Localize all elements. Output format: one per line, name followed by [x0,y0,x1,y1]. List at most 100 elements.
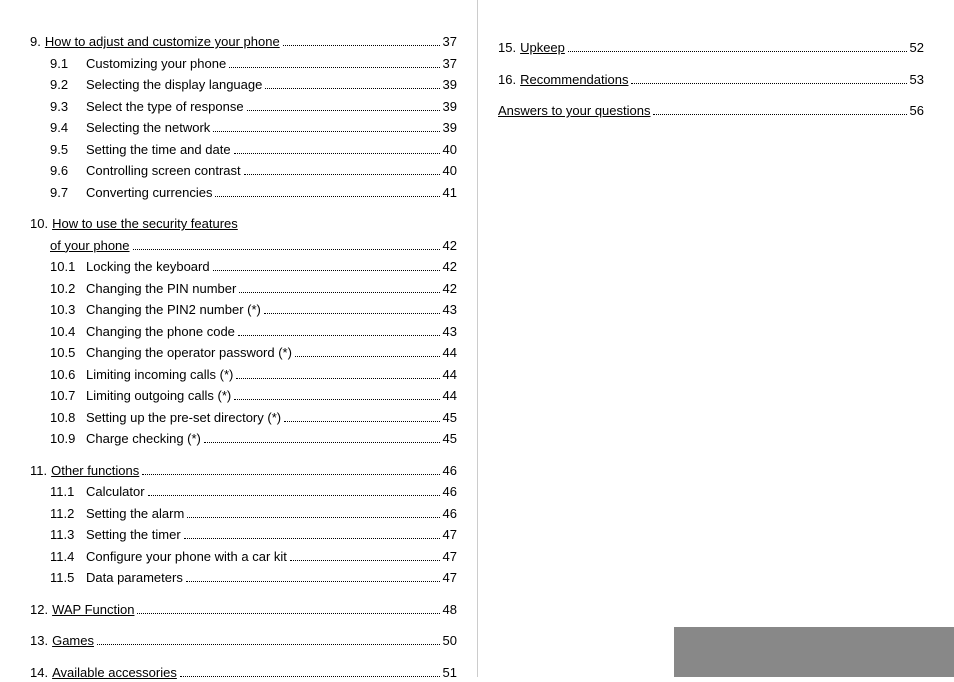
sub-number: 10.7 [50,386,82,406]
sub-number: 11.4 [50,547,82,567]
toc-page: 44 [443,386,457,406]
toc-dots [236,378,439,379]
toc-entry-sub: 10.2 Changing the PIN number 42 [30,279,457,299]
sub-number: 9.1 [50,54,82,74]
toc-entry-sub: 11.1 Calculator 46 [30,482,457,502]
toc-page: 46 [443,504,457,524]
toc-page: 45 [443,408,457,428]
toc-dots [653,114,906,115]
toc-entry-main: 15. Upkeep 52 [498,38,924,58]
toc-page: 41 [443,183,457,203]
section-number: 10. [30,214,48,234]
toc-entry-main2line-1: 10. How to use the security features [30,214,457,234]
sub-number: 9.4 [50,118,82,138]
toc-page: 47 [443,525,457,545]
section-number: 11. [30,461,47,481]
toc-dots [137,613,439,614]
toc-label: Changing the PIN number [86,279,236,299]
toc-page: 53 [910,70,924,90]
sub-number: 9.3 [50,97,82,117]
contents-banner [674,627,954,677]
toc-page: 46 [443,461,457,481]
toc-page: 48 [443,600,457,620]
toc-dots [238,335,440,336]
toc-page: 37 [443,54,457,74]
toc-label: Charge checking (*) [86,429,201,449]
section-number: 13. [30,631,48,651]
toc-entry-main: 16. Recommendations 53 [498,70,924,90]
toc-page: 40 [443,161,457,181]
toc-label: Answers to your questions [498,101,650,121]
right-toc: 15. Upkeep 52 16. Recommendations 53 Ans… [498,38,924,121]
toc-entry-sub: 11.5 Data parameters 47 [30,568,457,588]
toc-dots [180,676,440,677]
toc-page: 44 [443,365,457,385]
section-number: 9. [30,32,41,52]
toc-page: 42 [443,257,457,277]
toc-entry-sub: 9.3 Select the type of response 39 [30,97,457,117]
toc-page: 43 [443,322,457,342]
toc-dots [234,399,439,400]
toc-page: 52 [910,38,924,58]
toc-label: Setting up the pre-set directory (*) [86,408,281,428]
toc-label: Limiting outgoing calls (*) [86,386,231,406]
toc-entry-main: 9. How to adjust and customize your phon… [30,32,457,52]
page-left: 9. How to adjust and customize your phon… [0,0,477,677]
sub-number: 9.7 [50,183,82,203]
toc-label: Limiting incoming calls (*) [86,365,233,385]
toc-page: 44 [443,343,457,363]
toc-dots [247,110,440,111]
toc-page: 39 [443,118,457,138]
toc-label: Calculator [86,482,145,502]
toc-entry-sub: 9.2 Selecting the display language 39 [30,75,457,95]
toc-entry-sub: 11.2 Setting the alarm 46 [30,504,457,524]
toc-dots [265,88,439,89]
toc-entry-sub: 10.1 Locking the keyboard 42 [30,257,457,277]
toc-dots [290,560,440,561]
toc-label: Setting the timer [86,525,181,545]
toc-entry-main: 11. Other functions 46 [30,461,457,481]
sub-number: 9.2 [50,75,82,95]
toc-entry-sub: 10.9 Charge checking (*) 45 [30,429,457,449]
toc-label: Recommendations [520,70,628,90]
page-right: 15. Upkeep 52 16. Recommendations 53 Ans… [477,0,954,677]
toc-page: 46 [443,482,457,502]
toc-page: 45 [443,429,457,449]
toc-dots [213,131,439,132]
toc-label: Customizing your phone [86,54,226,74]
toc-page: 47 [443,547,457,567]
toc-label: Data parameters [86,568,183,588]
toc-entry-sub: 9.6 Controlling screen contrast 40 [30,161,457,181]
toc-page: 47 [443,568,457,588]
toc-entry-sub: 10.4 Changing the phone code 43 [30,322,457,342]
toc-dots [215,196,439,197]
toc-dots [631,83,906,84]
toc-dots [244,174,440,175]
toc-dots [133,249,440,250]
sub-number: 9.6 [50,161,82,181]
toc-page: 50 [443,631,457,651]
toc-page: 56 [910,101,924,121]
toc-label: Setting the time and date [86,140,231,160]
sub-number: 9.5 [50,140,82,160]
toc-dots [295,356,440,357]
toc-entry-sub: 9.4 Selecting the network 39 [30,118,457,138]
toc-entry-sub: 9.7 Converting currencies 41 [30,183,457,203]
toc-entry-main: 12. WAP Function 48 [30,600,457,620]
sub-number: 10.4 [50,322,82,342]
toc-page: 40 [443,140,457,160]
toc-dots [97,644,440,645]
section-number: 14. [30,663,48,682]
section-number: 16. [498,70,516,90]
toc-dots [264,313,440,314]
toc-label: of your phone [50,236,130,256]
sub-number: 10.9 [50,429,82,449]
toc-label: Select the type of response [86,97,244,117]
toc-label: Configure your phone with a car kit [86,547,287,567]
toc-dots [187,517,439,518]
toc-entry-sub: 10.7 Limiting outgoing calls (*) 44 [30,386,457,406]
toc-label: Available accessories [52,663,177,682]
sub-number: 11.2 [50,504,82,524]
toc-label: WAP Function [52,600,134,620]
toc-page: 51 [443,663,457,682]
